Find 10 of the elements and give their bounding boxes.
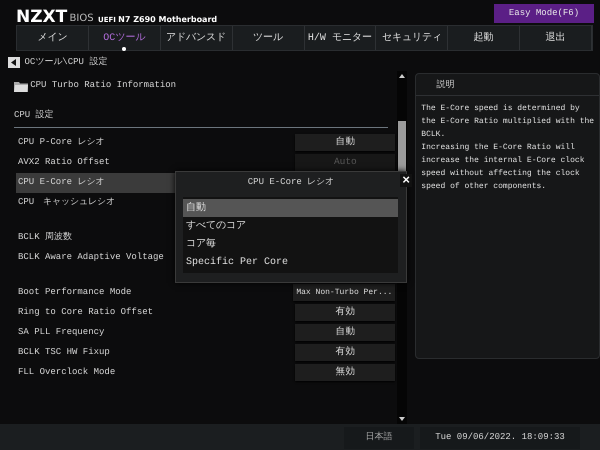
- bios-label: BIOS: [70, 12, 94, 26]
- date-time: Tue 09/06/2022. 18:09:33: [420, 427, 580, 449]
- help-text: The E-Core speed is determined by the E-Core Ratio multiplied with the BCLK.: [421, 103, 596, 141]
- dialog-title: CPU E-Core レシオ: [248, 177, 334, 187]
- help-text: Increasing the E-Core Ratio will increase the internal E-Core clock speed without affecting the clock speed of other components.: [421, 142, 586, 193]
- breadcrumb: OCツール\CPU 設定: [24, 56, 108, 69]
- brand-logo: NZXT: [16, 8, 68, 26]
- board-name: N7 Z690 Motherboard: [118, 14, 218, 26]
- section-title: CPU 設定: [14, 110, 54, 120]
- help-title: 説明: [436, 80, 454, 90]
